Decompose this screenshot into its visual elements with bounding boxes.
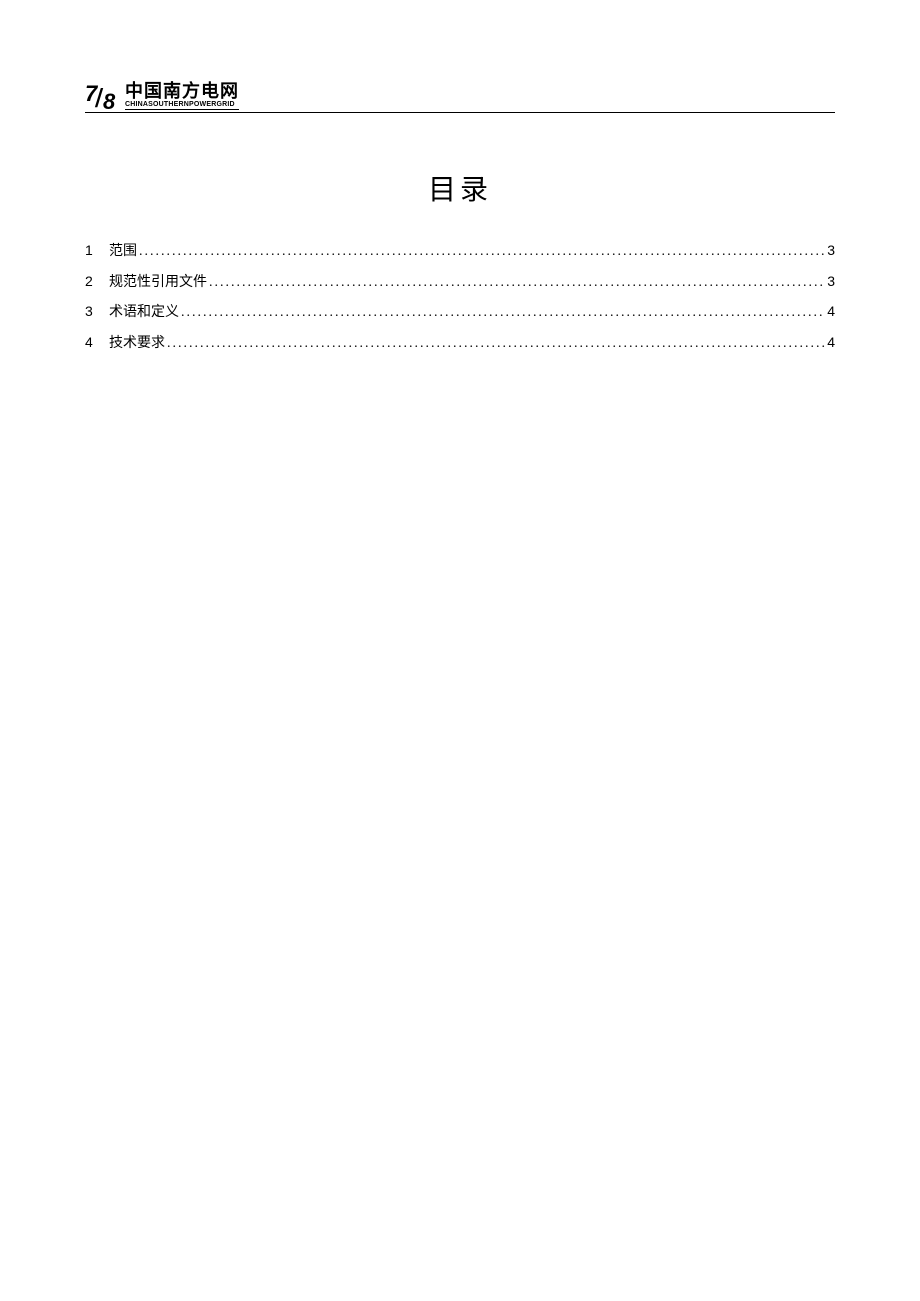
toc-leader-dots <box>165 330 825 359</box>
toc-entry: 3 术语和定义 4 <box>85 297 835 328</box>
toc-entry-number: 3 <box>85 297 109 326</box>
toc-entry: 2 规范性引用文件 3 <box>85 267 835 298</box>
toc-entry: 4 技术要求 4 <box>85 328 835 359</box>
toc-entry-page: 3 <box>825 236 835 265</box>
logo-text-block: 中国南方电网 CHINASOUTHERNPOWERGRID <box>125 82 239 110</box>
toc-entry-page: 3 <box>825 267 835 296</box>
page-header: 7 / 8 中国南方电网 CHINASOUTHERNPOWERGRID <box>85 82 835 113</box>
toc-entry-label: 技术要求 <box>109 330 165 359</box>
logo-mark-icon: 7 / 8 <box>85 83 121 109</box>
toc-entry: 1 范围 3 <box>85 236 835 267</box>
logo-chinese-name: 中国南方电网 <box>125 82 239 100</box>
toc-leader-dots <box>179 299 825 328</box>
toc-heading: 目录 <box>85 168 835 208</box>
logo-digit-top: 7 <box>85 81 96 107</box>
toc-entry-label: 范围 <box>109 238 137 267</box>
toc-leader-dots <box>207 269 825 298</box>
toc-entry-number: 2 <box>85 267 109 296</box>
toc-entry-page: 4 <box>825 297 835 326</box>
document-page: 7 / 8 中国南方电网 CHINASOUTHERNPOWERGRID 目录 1… <box>0 0 920 359</box>
company-logo: 7 / 8 中国南方电网 CHINASOUTHERNPOWERGRID <box>85 82 239 110</box>
logo-slash: / <box>96 83 101 114</box>
toc-entry-label: 术语和定义 <box>109 299 179 328</box>
toc-entry-page: 4 <box>825 328 835 357</box>
logo-digit-bottom: 8 <box>103 89 114 115</box>
toc-entry-number: 1 <box>85 236 109 265</box>
logo-english-name: CHINASOUTHERNPOWERGRID <box>125 101 239 110</box>
table-of-contents: 1 范围 3 2 规范性引用文件 3 3 术语和定义 4 4 技术要求 4 <box>85 236 835 359</box>
toc-entry-number: 4 <box>85 328 109 357</box>
toc-leader-dots <box>137 238 825 267</box>
toc-entry-label: 规范性引用文件 <box>109 269 207 298</box>
